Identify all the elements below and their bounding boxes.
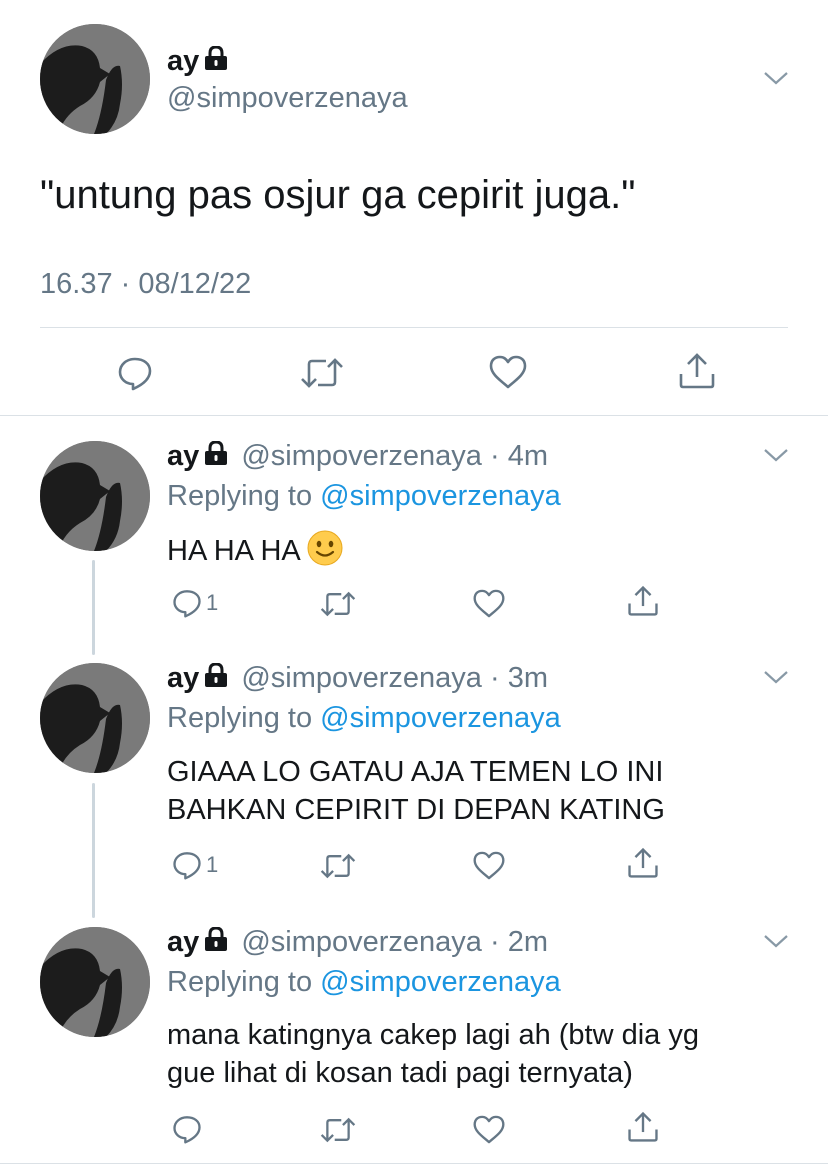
share-icon <box>628 585 658 616</box>
like-icon <box>473 851 505 880</box>
replying-to: Replying to @simpoverzenaya <box>167 966 561 998</box>
author-handle[interactable]: @simpoverzenaya <box>241 662 482 694</box>
author-name[interactable]: ay <box>167 46 228 76</box>
like-icon <box>489 355 527 389</box>
share-button[interactable] <box>678 352 716 390</box>
like-button[interactable] <box>473 1115 505 1144</box>
reply-icon <box>173 1116 201 1144</box>
like-button[interactable] <box>489 355 527 389</box>
avatar[interactable] <box>40 24 150 134</box>
divider <box>0 415 828 416</box>
thread-line <box>92 560 95 655</box>
lock-icon <box>205 927 228 951</box>
like-icon <box>473 589 505 618</box>
divider <box>0 1163 828 1164</box>
reply-button[interactable] <box>172 1114 202 1144</box>
avatar[interactable] <box>40 663 150 773</box>
retweet-icon <box>320 853 356 879</box>
retweet-icon <box>320 1117 356 1143</box>
separator-dot: · <box>481 440 508 472</box>
author-handle[interactable]: @simpoverzenaya <box>167 84 408 113</box>
author-name[interactable]: ay <box>167 440 199 472</box>
tweet-timestamp[interactable]: 16.37 · 08/12/22 <box>40 268 251 301</box>
reply-button[interactable] <box>117 355 153 391</box>
reply-button[interactable]: 1 <box>172 588 218 618</box>
separator-dot: · <box>481 926 508 958</box>
share-icon <box>628 847 658 878</box>
lock-icon <box>205 441 228 465</box>
chevron-down-icon[interactable] <box>762 447 790 463</box>
reply-time[interactable]: 4m <box>508 440 548 472</box>
reply-text: GIAAA LO GATAU AJA TEMEN LO INI BAHKAN C… <box>167 756 665 826</box>
replying-to: Replying to @simpoverzenaya <box>167 702 561 734</box>
reply-icon <box>173 590 201 618</box>
reply-count: 1 <box>206 852 219 877</box>
reply-count: 1 <box>206 590 219 615</box>
reply-header: ay @simpoverzenaya · 4m <box>167 441 548 471</box>
chevron-down-icon[interactable] <box>762 933 790 949</box>
replying-to: Replying to @simpoverzenaya <box>167 480 561 512</box>
slightly-smiling-face-icon <box>307 530 343 576</box>
retweet-icon <box>301 358 343 388</box>
retweet-icon <box>320 591 356 617</box>
retweet-button[interactable] <box>320 852 356 880</box>
divider <box>40 327 788 328</box>
separator-dot: · <box>481 662 508 694</box>
avatar[interactable] <box>40 441 150 551</box>
thread-line <box>92 783 95 918</box>
share-button[interactable] <box>627 585 659 617</box>
retweet-button[interactable] <box>300 356 344 390</box>
like-button[interactable] <box>473 851 505 880</box>
reply-icon <box>173 852 201 880</box>
author-handle[interactable]: @simpoverzenaya <box>241 926 482 958</box>
reply-header: ay @simpoverzenaya · 2m <box>167 927 548 957</box>
reply-text: HA HA HA <box>167 530 807 576</box>
chevron-down-icon[interactable] <box>762 70 790 86</box>
author-name[interactable]: ay <box>167 662 199 694</box>
like-button[interactable] <box>473 589 505 618</box>
author-handle[interactable]: @simpoverzenaya <box>241 440 482 472</box>
reply-button[interactable]: 1 <box>172 850 218 880</box>
share-icon <box>628 1111 658 1142</box>
share-button[interactable] <box>627 1111 659 1143</box>
lock-icon <box>205 663 228 687</box>
replying-to-handle[interactable]: @simpoverzenaya <box>320 702 561 734</box>
reply-header: ay @simpoverzenaya · 3m <box>167 663 548 693</box>
share-icon <box>679 353 715 389</box>
reply-icon <box>118 357 152 391</box>
like-icon <box>473 1115 505 1144</box>
retweet-button[interactable] <box>320 1116 356 1144</box>
chevron-down-icon[interactable] <box>762 669 790 685</box>
reply-text: mana katingnya cakep lagi ah (btw dia yg… <box>167 1019 699 1089</box>
tweet-text: "untung pas osjur ga cepirit juga." <box>40 173 636 217</box>
retweet-button[interactable] <box>320 590 356 618</box>
lock-icon <box>205 46 228 70</box>
reply-time[interactable]: 3m <box>508 662 548 694</box>
share-button[interactable] <box>627 847 659 879</box>
replying-to-handle[interactable]: @simpoverzenaya <box>320 966 561 998</box>
reply-time[interactable]: 2m <box>508 926 548 958</box>
replying-to-handle[interactable]: @simpoverzenaya <box>320 480 561 512</box>
author-name[interactable]: ay <box>167 926 199 958</box>
avatar[interactable] <box>40 927 150 1037</box>
